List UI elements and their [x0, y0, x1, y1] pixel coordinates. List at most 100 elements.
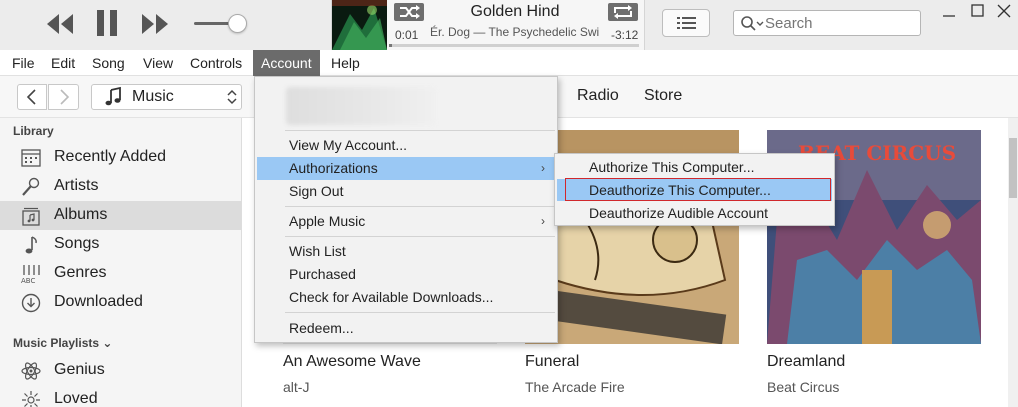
- menu-item-view-my-account[interactable]: View My Account...: [257, 134, 555, 157]
- up-next-button[interactable]: [662, 9, 710, 37]
- genres-icon: ABC: [21, 265, 40, 285]
- menu-separator: [285, 206, 555, 207]
- shuffle-icon[interactable]: [394, 3, 424, 21]
- menu-separator: [285, 312, 555, 313]
- now-playing-artwork[interactable]: [332, 0, 387, 50]
- menu-item-label: View My Account...: [289, 137, 408, 153]
- close-icon: [997, 4, 1011, 18]
- sidebar-item-genius[interactable]: Genius: [0, 356, 241, 385]
- menu-item-label: Authorizations: [289, 160, 378, 176]
- search-box[interactable]: [733, 10, 921, 36]
- menu-item-label: Authorize This Computer...: [589, 159, 755, 175]
- menu-edit[interactable]: Edit: [43, 50, 83, 76]
- recently-added-icon: [21, 149, 41, 167]
- album-icon: [22, 207, 40, 226]
- menu-help[interactable]: Help: [323, 50, 368, 76]
- sidebar-item-artists[interactable]: Artists: [0, 172, 241, 201]
- pause-icon: [97, 10, 117, 36]
- forward-button[interactable]: [48, 84, 79, 110]
- time-elapsed: 0:01: [395, 28, 419, 42]
- library-header: Library: [13, 124, 54, 138]
- music-note-icon: [25, 236, 37, 254]
- sidebar-item-label: Loved: [54, 390, 98, 407]
- heart-icon: [22, 391, 40, 407]
- player-toolbar: 0:01 Golden Hind Ér. Dog — The Psychedel…: [0, 0, 1018, 50]
- album-title[interactable]: Funeral: [525, 353, 579, 371]
- back-button[interactable]: [17, 84, 47, 110]
- minimize-button[interactable]: [940, 8, 958, 22]
- song-title: Golden Hind: [470, 3, 560, 20]
- search-input[interactable]: [765, 14, 915, 32]
- volume-slider-knob[interactable]: [228, 14, 247, 33]
- sidebar-item-songs[interactable]: Songs: [0, 230, 241, 259]
- fast-forward-icon: [142, 14, 168, 34]
- rewind-icon: [47, 14, 73, 34]
- pause-button[interactable]: [95, 8, 119, 38]
- album-artist[interactable]: Beat Circus: [767, 379, 839, 395]
- menu-item-wish-list[interactable]: Wish List: [257, 240, 555, 263]
- sidebar-item-downloaded[interactable]: Downloaded: [0, 288, 241, 317]
- menu-separator: [285, 236, 555, 237]
- repeat-icon[interactable]: [608, 3, 638, 21]
- menu-item-sign-out[interactable]: Sign Out: [257, 180, 555, 203]
- menu-item-authorize-computer[interactable]: Authorize This Computer...: [557, 156, 832, 178]
- scrollbar-thumb[interactable]: [1009, 138, 1017, 198]
- music-playlists-header[interactable]: Music Playlists ⌄: [13, 336, 112, 350]
- album-title[interactable]: Dreamland: [767, 353, 845, 371]
- vertical-scrollbar[interactable]: [1008, 118, 1018, 407]
- sidebar-item-loved[interactable]: Loved: [0, 385, 241, 407]
- tab-radio[interactable]: Radio: [577, 87, 619, 105]
- menu-view[interactable]: View: [135, 50, 181, 76]
- menu-item-check-downloads[interactable]: Check for Available Downloads...: [257, 286, 555, 309]
- microphone-icon: [22, 177, 40, 196]
- account-menu: View My Account... Authorizations › Sign…: [254, 76, 558, 343]
- song-progress-fill: [389, 44, 392, 47]
- menu-item-label: Deauthorize Audible Account: [589, 205, 769, 221]
- close-button[interactable]: [995, 2, 1013, 20]
- menu-controls[interactable]: Controls: [182, 50, 250, 76]
- chevron-left-icon: [26, 89, 36, 105]
- album-artist[interactable]: alt-J: [283, 379, 309, 395]
- menu-file[interactable]: File: [4, 50, 43, 76]
- minimize-icon: [943, 15, 955, 17]
- sidebar-item-label: Downloaded: [54, 293, 143, 310]
- menu-item-label: Purchased: [289, 266, 356, 282]
- album-title[interactable]: An Awesome Wave: [283, 353, 421, 371]
- menu-song[interactable]: Song: [84, 50, 133, 76]
- sidebar-item-genres[interactable]: ABC Genres: [0, 259, 241, 288]
- sidebar-item-recently-added[interactable]: Recently Added: [0, 143, 241, 172]
- music-note-icon: [105, 86, 121, 106]
- up-next-list-icon: [677, 17, 696, 29]
- song-progress-bar[interactable]: [389, 44, 639, 47]
- menu-item-label: Deauthorize This Computer...: [589, 182, 771, 198]
- sidebar-item-label: Recently Added: [54, 148, 167, 165]
- rewind-button[interactable]: [45, 12, 75, 36]
- chevron-right-icon: [60, 89, 70, 105]
- sidebar-item-albums[interactable]: Albums: [0, 201, 241, 230]
- menu-item-deauthorize-computer[interactable]: Deauthorize This Computer...: [557, 179, 832, 201]
- now-playing-display: 0:01 Golden Hind Ér. Dog — The Psychedel…: [331, 0, 645, 50]
- authorizations-submenu: Authorize This Computer... Deauthorize T…: [554, 153, 835, 226]
- genius-icon: [21, 362, 41, 380]
- menu-item-redeem[interactable]: Redeem...: [257, 317, 555, 340]
- menu-item-apple-music[interactable]: Apple Music ›: [257, 210, 555, 233]
- media-type-label: Music: [132, 88, 174, 105]
- menu-item-purchased[interactable]: Purchased: [257, 263, 555, 286]
- menu-item-authorizations[interactable]: Authorizations ›: [257, 157, 555, 180]
- fast-forward-button[interactable]: [140, 12, 170, 36]
- maximize-button[interactable]: [969, 2, 987, 20]
- sidebar-item-label: Artists: [54, 177, 99, 194]
- sidebar: Library Recently Added Artists Albums So…: [0, 118, 242, 407]
- album-artist[interactable]: The Arcade Fire: [525, 379, 625, 395]
- menu-item-label: Sign Out: [289, 183, 344, 199]
- svg-text:ABC: ABC: [21, 277, 35, 285]
- tab-store[interactable]: Store: [644, 87, 682, 105]
- sidebar-item-label: Genres: [54, 264, 107, 281]
- sidebar-item-label: Songs: [54, 235, 100, 252]
- menu-account[interactable]: Account: [253, 50, 320, 76]
- maximize-icon: [971, 4, 984, 17]
- media-type-selector[interactable]: Music: [91, 84, 242, 110]
- menu-item-label: Check for Available Downloads...: [289, 289, 494, 305]
- submenu-arrow-icon: ›: [541, 161, 545, 175]
- menu-item-deauthorize-audible[interactable]: Deauthorize Audible Account: [557, 202, 832, 224]
